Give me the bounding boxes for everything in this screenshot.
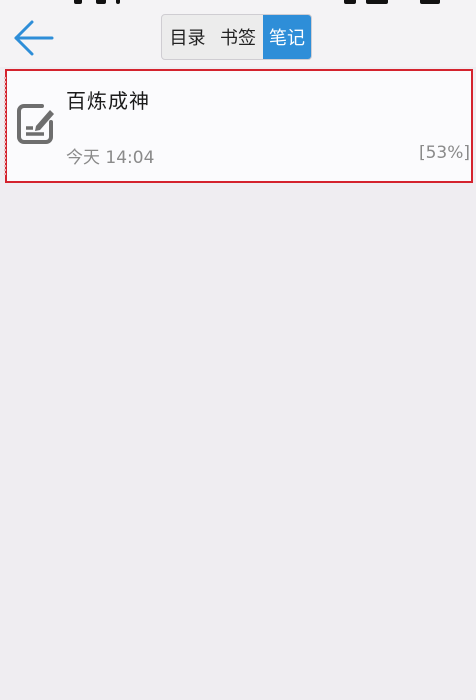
item-edge-shadow [4,77,6,177]
status-glyph [74,0,82,4]
status-glyph [96,0,106,4]
status-glyph [420,0,440,4]
status-glyph [344,0,356,4]
note-list-item[interactable]: 百炼成神 今天 14:04 [53%] [4,69,473,183]
arrow-left-icon [14,20,54,56]
note-progress: [53%] [418,143,470,163]
tab-contents[interactable]: 目录 [162,15,213,59]
top-navigation-bar: 目录 书签 笔记 [0,6,476,67]
note-title: 百炼成神 [66,89,150,113]
note-edit-icon [17,104,54,144]
back-button[interactable] [10,16,58,60]
status-glyph [366,0,388,4]
view-switcher: 目录 书签 笔记 [161,14,312,60]
status-glyph [116,0,120,4]
note-timestamp: 今天 14:04 [66,148,155,168]
tab-bookmarks[interactable]: 书签 [213,15,263,59]
tab-notes[interactable]: 笔记 [263,15,311,59]
